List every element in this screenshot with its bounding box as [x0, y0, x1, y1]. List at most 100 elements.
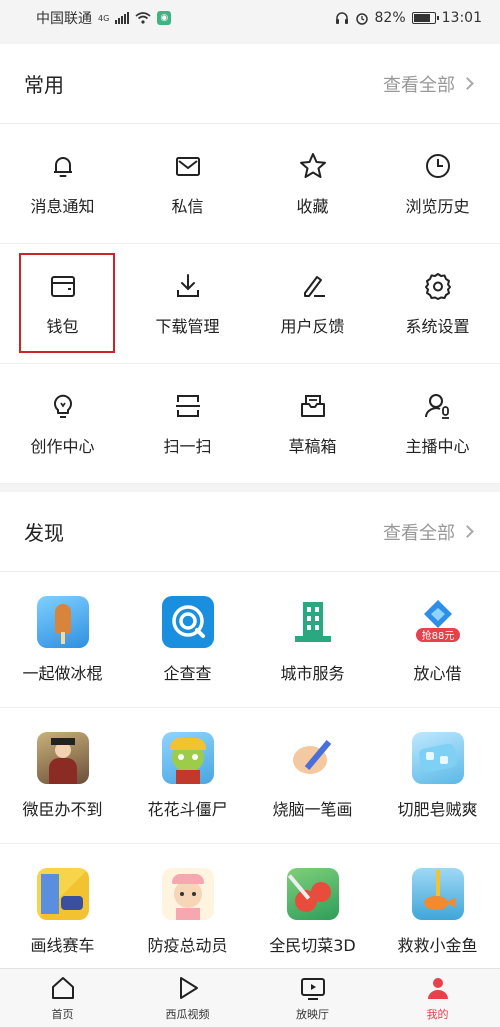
- common-item-history[interactable]: 浏览历史: [375, 124, 500, 244]
- discover-item-zombie[interactable]: 花花斗僵尸: [125, 708, 250, 844]
- soap-cutting-icon: [411, 731, 464, 784]
- common-item-settings[interactable]: 系统设置: [375, 244, 500, 364]
- tv-icon: [300, 978, 325, 1000]
- tab-label: 放映厅: [296, 1008, 329, 1021]
- tab-xigua-video[interactable]: 西瓜视频: [125, 969, 250, 1027]
- bottom-tab-bar: 首页 西瓜视频 放映厅 我的: [0, 968, 500, 1027]
- profile-icon: [427, 978, 448, 999]
- item-label: 收藏: [296, 196, 329, 216]
- common-section: 常用 查看全部 消息通知 私信 收藏 浏览历史 钱包 下载管理 用户反馈 系统设…: [0, 44, 500, 484]
- common-item-wallet[interactable]: 钱包: [0, 244, 125, 364]
- section-title-discover: 发现: [24, 521, 64, 545]
- item-label: 防疫总动员: [147, 935, 228, 955]
- discover-item-epidemic[interactable]: 防疫总动员: [125, 844, 250, 980]
- lightbulb-icon: [53, 394, 72, 418]
- play-icon: [179, 977, 198, 999]
- item-label: 钱包: [46, 316, 79, 336]
- discover-item-racing[interactable]: 画线赛车: [0, 844, 125, 980]
- home-icon: [51, 977, 74, 999]
- pen-icon: [303, 275, 325, 297]
- common-item-feedback[interactable]: 用户反馈: [250, 244, 375, 364]
- common-item-scan[interactable]: 扫一扫: [125, 364, 250, 484]
- discover-item-popsicle[interactable]: 一起做冰棍: [0, 572, 125, 708]
- item-label: 用户反馈: [280, 316, 345, 336]
- loan-badge-text: 抢88元: [421, 629, 454, 642]
- item-label: 画线赛车: [30, 935, 95, 955]
- tab-cinema[interactable]: 放映厅: [250, 969, 375, 1027]
- item-label: 草稿箱: [288, 436, 337, 456]
- discover-item-vegetable[interactable]: 全民切菜3D: [250, 844, 375, 980]
- vegetable-cutting-icon: [286, 867, 339, 920]
- discover-item-goldfish[interactable]: 救救小金鱼: [375, 844, 500, 980]
- zombie-game-icon: [161, 731, 214, 784]
- item-label: 浏览历史: [405, 196, 470, 216]
- tab-mine[interactable]: 我的: [375, 969, 500, 1027]
- item-label: 企查查: [163, 663, 212, 683]
- see-all-discover-button[interactable]: 查看全部: [383, 519, 474, 545]
- item-label: 全民切菜3D: [269, 935, 356, 955]
- racing-game-icon: [36, 867, 89, 920]
- item-label: 微臣办不到: [22, 799, 103, 819]
- common-item-favorites[interactable]: 收藏: [250, 124, 375, 244]
- common-item-notifications[interactable]: 消息通知: [0, 124, 125, 244]
- wifi-icon: [135, 12, 151, 24]
- common-item-creator-center[interactable]: 创作中心: [0, 364, 125, 484]
- item-label: 烧脑一笔画: [272, 799, 353, 819]
- discover-item-minister[interactable]: 微臣办不到: [0, 708, 125, 844]
- item-label: 放心借: [413, 663, 462, 683]
- item-label: 主播中心: [405, 436, 470, 456]
- carrier-name: 中国联通: [36, 11, 92, 27]
- discover-section: 发现 查看全部 一起做冰棍 企查查 城市服务 抢88元 放心借 微臣办不到 花花…: [0, 492, 500, 980]
- popsicle-game-icon: [36, 595, 89, 648]
- battery-percent: 82%: [374, 10, 406, 26]
- gear-icon: [424, 272, 451, 300]
- common-item-messages[interactable]: 私信: [125, 124, 250, 244]
- discover-item-city-services[interactable]: 城市服务: [250, 572, 375, 708]
- common-item-downloads[interactable]: 下载管理: [125, 244, 250, 364]
- streamer-icon: [424, 393, 449, 419]
- city-building-icon: [286, 595, 339, 648]
- common-item-drafts[interactable]: 草稿箱: [250, 364, 375, 484]
- qichacha-icon: [161, 595, 214, 648]
- battery-icon: [411, 12, 439, 24]
- see-all-common-button[interactable]: 查看全部: [383, 71, 474, 97]
- item-label: 一起做冰棍: [22, 663, 103, 683]
- discover-item-soap-cutting[interactable]: 切肥皂贼爽: [375, 708, 500, 844]
- tab-label: 我的: [426, 1008, 449, 1021]
- item-label: 救救小金鱼: [397, 935, 478, 955]
- discover-item-brain-drawing[interactable]: 烧脑一笔画: [250, 708, 375, 844]
- scan-icon: [175, 394, 200, 417]
- tab-home[interactable]: 首页: [0, 969, 125, 1027]
- tab-label: 首页: [51, 1008, 74, 1021]
- see-all-label: 查看全部: [383, 522, 455, 544]
- tab-label: 西瓜视频: [165, 1008, 210, 1021]
- wallet-icon: [50, 275, 75, 297]
- chevron-right-icon: [461, 525, 474, 538]
- item-label: 系统设置: [405, 316, 470, 336]
- item-label: 消息通知: [30, 196, 95, 216]
- common-item-streamer-center[interactable]: 主播中心: [375, 364, 500, 484]
- item-label: 切肥皂贼爽: [397, 799, 478, 819]
- app-notification-icon: ◉: [157, 11, 172, 25]
- discover-item-qichacha[interactable]: 企查查: [125, 572, 250, 708]
- item-label: 花花斗僵尸: [147, 799, 228, 819]
- envelope-icon: [175, 156, 200, 176]
- chevron-right-icon: [461, 77, 474, 90]
- network-type: 4G: [98, 13, 110, 23]
- brain-drawing-icon: [286, 731, 339, 784]
- bell-icon: [53, 156, 72, 177]
- download-icon: [176, 273, 199, 297]
- item-label: 创作中心: [30, 436, 95, 456]
- loan-icon: 抢88元: [411, 595, 464, 648]
- star-icon: [299, 152, 326, 178]
- item-label: 扫一扫: [163, 436, 212, 456]
- see-all-label: 查看全部: [383, 74, 455, 96]
- drafts-icon: [300, 394, 325, 417]
- nurse-game-icon: [161, 867, 214, 920]
- status-bar: 中国联通 4G ◉ 82% 13:01: [0, 0, 500, 36]
- goldfish-game-icon: [411, 867, 464, 920]
- item-label: 下载管理: [155, 316, 220, 336]
- clock-time: 13:01: [441, 10, 482, 26]
- clock-icon: [425, 153, 450, 178]
- discover-item-loan[interactable]: 抢88元 放心借: [375, 572, 500, 708]
